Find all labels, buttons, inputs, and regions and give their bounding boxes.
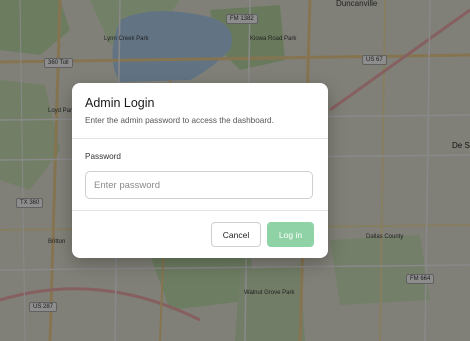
cancel-button[interactable]: Cancel (211, 222, 261, 247)
footer-divider (72, 210, 328, 211)
header-divider (72, 138, 328, 139)
admin-login-dialog: Admin Login Enter the admin password to … (72, 83, 328, 258)
dialog-title: Admin Login (85, 96, 155, 110)
dialog-description: Enter the admin password to access the d… (85, 116, 274, 125)
login-button[interactable]: Log in (267, 222, 314, 247)
password-input[interactable] (85, 171, 313, 199)
password-label: Password (85, 152, 121, 161)
